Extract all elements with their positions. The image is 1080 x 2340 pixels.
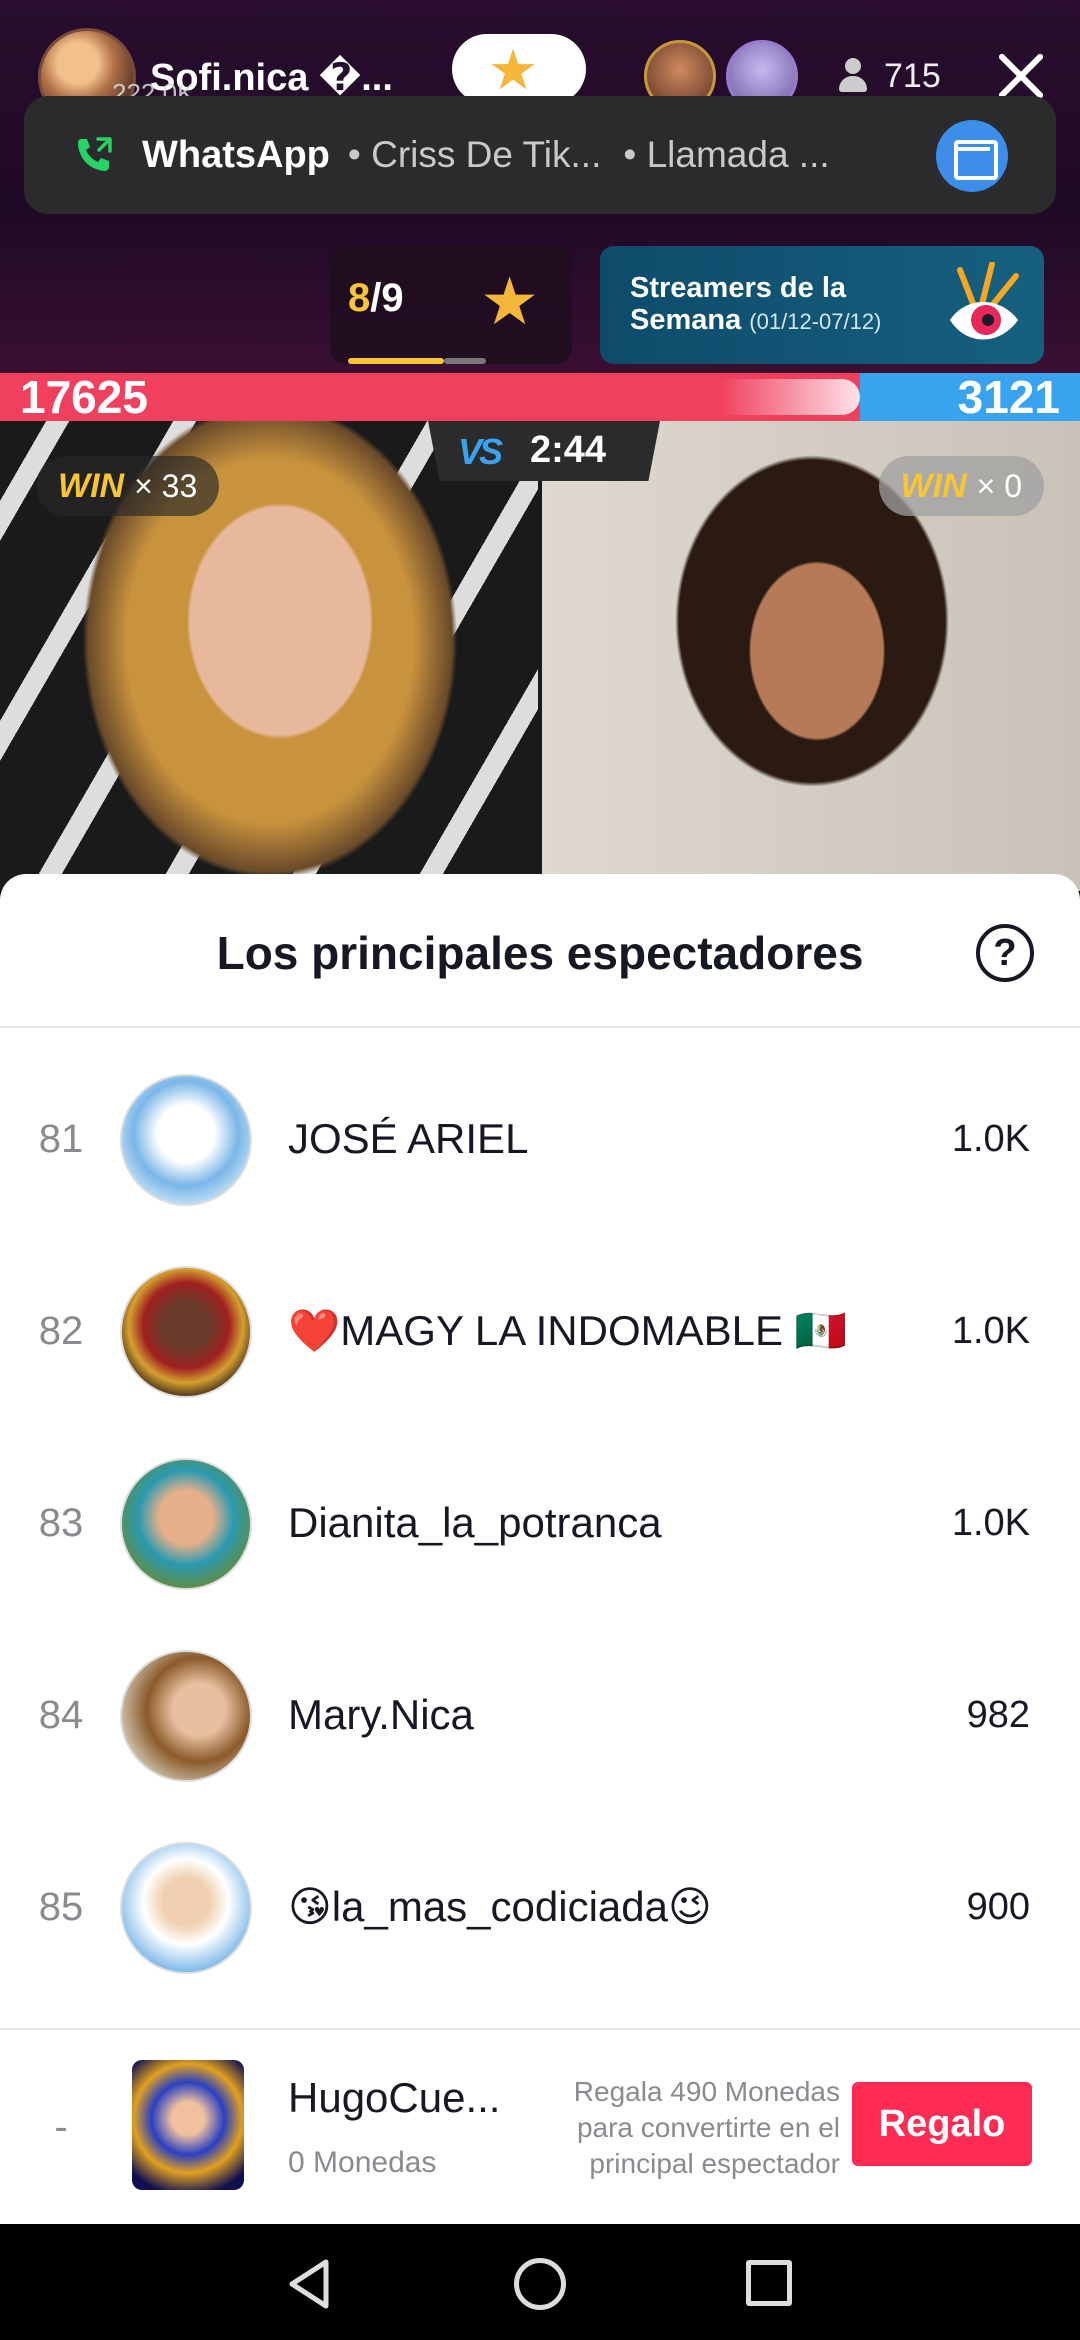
ranking-tab[interactable]: 8/9 ★ (330, 246, 572, 364)
win-label: WIN (58, 466, 125, 505)
viewer-rank: 85 (38, 1885, 84, 1929)
person-icon (836, 56, 870, 96)
viewer-coins: 1.0K (951, 1118, 1030, 1160)
viewer-coins: 1.0K (951, 1502, 1030, 1544)
top-viewers-sheet: Los principales espectadores ? 81 JOSÉ A… (0, 874, 1080, 2224)
vs-icon: VS (458, 431, 503, 472)
viewer-name: 😘la_mas_codiciada😉 (288, 1883, 712, 1930)
viewer-row[interactable]: 83 Dianita_la_potranca 1.0K (0, 1448, 1080, 1598)
viewer-count[interactable]: 715 (836, 56, 941, 96)
win-badge-right: WIN × 0 (878, 456, 1044, 516)
window-icon[interactable] (936, 120, 1008, 192)
my-coins: 0 Monedas (288, 2146, 437, 2179)
my-rank: - (54, 2105, 68, 2149)
phone-call-icon (78, 137, 112, 171)
notification-status: • Llamada ... (623, 134, 830, 175)
win-label: WIN (900, 466, 967, 505)
battle-comet (720, 379, 860, 415)
win-count: × 33 (134, 467, 198, 504)
eye-icon (950, 262, 1019, 340)
viewer-avatar[interactable] (120, 1074, 252, 1206)
ranking-position: 8/9 (348, 276, 404, 320)
viewer-row[interactable]: 82 ❤️MAGY LA INDOMABLE 🇲🇽 1.0K (0, 1256, 1080, 1406)
battle-score-bar: 17625 3121 (0, 373, 1080, 421)
home-icon[interactable] (514, 2258, 566, 2310)
notification-app-name: WhatsApp (142, 133, 330, 176)
favorite-button[interactable]: ★ (452, 34, 586, 104)
battle-timer: VS 2:44 (428, 421, 660, 481)
score-right: 3121 (957, 371, 1060, 423)
viewer-name: Mary.Nica (288, 1691, 474, 1738)
viewer-count-value: 715 (884, 56, 941, 95)
notification-caller: • Criss De Tik... (347, 134, 602, 175)
gift-button[interactable]: Regalo (852, 2082, 1032, 2166)
viewer-rank: 84 (38, 1693, 84, 1737)
recent-apps-icon[interactable] (746, 2260, 792, 2306)
viewer-coins: 982 (966, 1694, 1030, 1736)
viewer-avatar[interactable] (120, 1458, 252, 1590)
live-header: Sofi.nica �... 222.0K ... ★ 715 WhatsApp… (0, 0, 1080, 375)
whatsapp-call-notification[interactable]: WhatsApp • Criss De Tik... • Llamada ... (24, 96, 1056, 214)
score-left: 17625 (20, 371, 148, 423)
ranking-progress-active (348, 358, 444, 364)
viewer-row[interactable]: 85 😘la_mas_codiciada😉 900 (0, 1832, 1080, 1982)
win-count: × 0 (976, 467, 1022, 504)
gift-hint: Regala 490 Monedas para convertirte en e… (573, 2076, 840, 2179)
sheet-title: Los principales espectadores (216, 927, 864, 979)
viewer-avatar[interactable] (120, 1266, 252, 1398)
viewer-name: Dianita_la_potranca (288, 1499, 662, 1546)
viewer-rank: 81 (38, 1117, 84, 1161)
win-badge-left: WIN × 33 (36, 456, 220, 516)
viewer-coins: 900 (966, 1886, 1030, 1928)
viewer-rank: 82 (38, 1309, 84, 1353)
viewer-avatar[interactable] (120, 1650, 252, 1782)
viewer-avatar[interactable] (120, 1842, 252, 1974)
system-navigation-bar (0, 2224, 1080, 2340)
ranking-progress-rest (444, 358, 486, 364)
timer-value: 2:44 (530, 429, 607, 471)
star-icon: ★ (488, 38, 539, 101)
help-icon[interactable]: ? (976, 924, 1034, 982)
viewer-rank: 83 (38, 1501, 84, 1545)
viewer-coins: 1.0K (951, 1310, 1030, 1352)
my-name: HugoCue... (288, 2074, 501, 2121)
my-viewer-row: - HugoCue... 0 Monedas Regala 490 Moneda… (0, 2030, 1080, 2224)
viewer-name: JOSÉ ARIEL (288, 1115, 529, 1162)
viewer-name: ❤️MAGY LA INDOMABLE 🇲🇽 (288, 1307, 847, 1354)
viewer-row[interactable]: 81 JOSÉ ARIEL 1.0K (0, 1064, 1080, 1214)
streamers-title: Streamers de la Semana (01/12-07/12) (630, 272, 882, 336)
star-icon: ★ (480, 264, 540, 338)
divider (0, 1026, 1080, 1028)
my-avatar[interactable] (132, 2060, 244, 2190)
back-icon[interactable] (286, 2258, 334, 2310)
streamers-of-week-banner[interactable]: Streamers de la Semana (01/12-07/12) (600, 246, 1044, 364)
viewer-row[interactable]: 84 Mary.Nica 982 (0, 1640, 1080, 1790)
